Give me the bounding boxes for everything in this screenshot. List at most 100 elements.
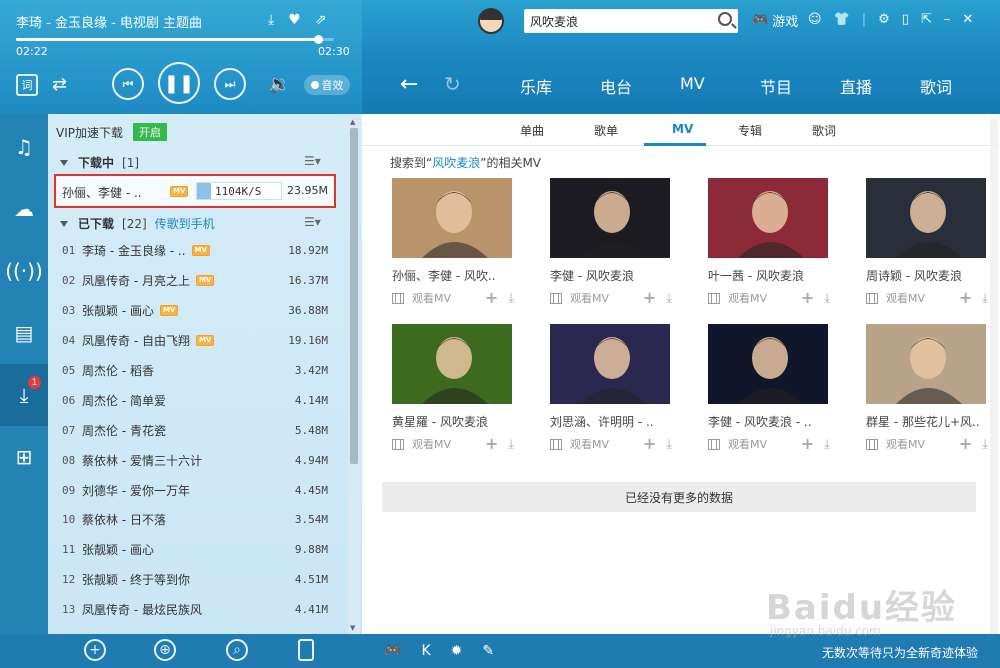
list-item[interactable]: 13 凤凰传奇 - 最炫民族风 4.41M: [48, 595, 348, 625]
active-download-row[interactable]: 孙俪、李健 - .. MV 1104K/S 23.95M: [54, 174, 336, 208]
gamepad-icon[interactable]: 🎮: [384, 643, 401, 659]
previous-button[interactable]: ⏮: [112, 68, 144, 100]
mv-card[interactable]: 李健 - 风吹麦浪 - .. 观看MV + ⤓: [708, 324, 830, 454]
share-icon[interactable]: ⇗: [315, 12, 327, 28]
download-icon[interactable]: ⤓: [666, 437, 672, 452]
mascot-icon[interactable]: ☺: [808, 12, 822, 27]
settings-icon[interactable]: ⚙: [878, 12, 890, 27]
download-icon[interactable]: ⤓: [982, 437, 988, 452]
download-icon[interactable]: ⤓: [508, 437, 514, 452]
scroll-up-icon[interactable]: ▲: [350, 118, 355, 126]
watch-mv-button[interactable]: 观看MV: [886, 436, 925, 452]
mv-title[interactable]: 李健 - 风吹麦浪 - ..: [708, 413, 830, 430]
search-input[interactable]: 风吹麦浪: [524, 9, 738, 33]
mv-thumbnail[interactable]: [392, 324, 512, 404]
download-icon[interactable]: ⤓ 1: [0, 364, 48, 426]
video-icon[interactable]: ▤: [0, 302, 48, 364]
nav-lyrics[interactable]: 歌词: [920, 74, 1000, 98]
tab-lyrics[interactable]: 歌词: [812, 122, 836, 139]
volume-icon[interactable]: 🔉: [268, 74, 290, 95]
list-item[interactable]: 07 周杰伦 - 青花瓷 5.48M: [48, 415, 348, 445]
list-item[interactable]: 05 周杰伦 - 稻香 3.42M: [48, 356, 348, 386]
mv-thumbnail[interactable]: [708, 178, 828, 258]
download-icon[interactable]: ⤓: [824, 291, 830, 306]
add-icon[interactable]: +: [485, 290, 498, 306]
download-icon[interactable]: ⤓: [982, 291, 988, 306]
tab-mv[interactable]: MV: [672, 122, 693, 136]
mv-card[interactable]: 群星 - 那些花儿+风.. 观看MV + ⤓: [866, 324, 988, 454]
mv-thumbnail[interactable]: [708, 324, 828, 404]
close-icon[interactable]: ✕: [962, 12, 973, 27]
progress-bar[interactable]: [16, 35, 334, 44]
pause-button[interactable]: ❚❚: [158, 62, 200, 104]
next-button[interactable]: ⏭: [214, 68, 246, 100]
mv-card[interactable]: 孙俪、李健 - 风吹.. 观看MV + ⤓: [392, 178, 514, 308]
add-icon[interactable]: +: [959, 436, 972, 452]
search-icon[interactable]: ⌕: [226, 639, 248, 661]
mini-mode-icon[interactable]: ⇱: [921, 12, 932, 27]
mv-card[interactable]: 周诗颖 - 风吹麦浪 观看MV + ⤓: [866, 178, 988, 308]
content-scrollbar[interactable]: [990, 118, 998, 634]
back-arrow-icon[interactable]: ←: [400, 72, 418, 97]
mv-title[interactable]: 周诗颖 - 风吹麦浪: [866, 267, 988, 284]
list-item[interactable]: 03 张靓颖 - 画心 MV 36.88M: [48, 296, 348, 326]
nav-mv[interactable]: MV: [680, 74, 760, 98]
music-note-icon[interactable]: ♫: [0, 116, 48, 178]
watch-mv-button[interactable]: 观看MV: [570, 290, 609, 306]
list-item[interactable]: 12 张靓颖 - 终于等到你 4.51M: [48, 565, 348, 595]
nav-programs[interactable]: 节目: [760, 74, 840, 98]
download-icon[interactable]: ⤓: [268, 12, 274, 28]
mv-title[interactable]: 黄星羅 - 风吹麦浪: [392, 413, 514, 430]
heart-icon[interactable]: ♥: [288, 12, 301, 28]
add-icon[interactable]: +: [84, 639, 106, 661]
vip-enable-button[interactable]: 开启: [133, 123, 167, 141]
mv-thumbnail[interactable]: [550, 324, 670, 404]
mv-title[interactable]: 孙俪、李健 - 风吹..: [392, 267, 514, 284]
tab-playlists[interactable]: 歌单: [594, 122, 618, 139]
watch-mv-button[interactable]: 观看MV: [412, 436, 451, 452]
sun-icon[interactable]: ✹: [451, 643, 463, 659]
mv-title[interactable]: 群星 - 那些花儿+风..: [866, 413, 988, 430]
sound-effect-toggle[interactable]: 音效: [304, 75, 350, 95]
phone-icon[interactable]: [298, 639, 314, 661]
watch-mv-button[interactable]: 观看MV: [570, 436, 609, 452]
send-to-phone-link[interactable]: 传歌到手机: [155, 215, 215, 232]
nav-library[interactable]: 乐库: [520, 74, 600, 98]
add-icon[interactable]: +: [485, 436, 498, 452]
watch-mv-button[interactable]: 观看MV: [886, 290, 925, 306]
tool-icon[interactable]: ✎: [482, 643, 494, 659]
progress-knob[interactable]: [314, 35, 324, 44]
mv-thumbnail[interactable]: [392, 178, 512, 258]
minimize-icon[interactable]: –: [944, 12, 951, 27]
list-item[interactable]: 08 蔡依林 - 爱情三十六计 4.94M: [48, 445, 348, 475]
k-app-icon[interactable]: K: [421, 643, 430, 659]
avatar[interactable]: [478, 8, 504, 34]
download-icon[interactable]: ⤓: [508, 291, 514, 306]
list-item[interactable]: 09 刘德华 - 爱你一万年 4.45M: [48, 475, 348, 505]
download-icon[interactable]: ⤓: [824, 437, 830, 452]
radio-icon[interactable]: ((·)): [0, 240, 48, 302]
mv-card[interactable]: 叶一茜 - 风吹麦浪 观看MV + ⤓: [708, 178, 830, 308]
game-button[interactable]: 🎮 游戏: [752, 11, 798, 30]
add-icon[interactable]: +: [801, 290, 814, 306]
nav-radio[interactable]: 电台: [600, 74, 680, 98]
list-item[interactable]: 04 凤凰传奇 - 自由飞翔 MV 19.16M: [48, 326, 348, 356]
cloud-icon[interactable]: ☁: [0, 178, 48, 240]
downloaded-section-header[interactable]: 已下载 [22] 传歌到手机: [60, 215, 215, 232]
mv-thumbnail[interactable]: [550, 178, 670, 258]
scrollbar-thumb[interactable]: [350, 128, 358, 464]
mobile-icon[interactable]: ▯: [902, 12, 909, 27]
mv-thumbnail[interactable]: [866, 324, 986, 404]
lyric-toggle-button[interactable]: 词: [16, 74, 38, 96]
tab-albums[interactable]: 专辑: [738, 122, 762, 139]
download-scrollbar[interactable]: ▲ ▼: [348, 118, 360, 634]
search-icon[interactable]: [718, 12, 732, 26]
mv-card[interactable]: 刘思涵、许明明 - .. 观看MV + ⤓: [550, 324, 672, 454]
mv-title[interactable]: 李健 - 风吹麦浪: [550, 267, 672, 284]
watch-mv-button[interactable]: 观看MV: [728, 290, 767, 306]
refresh-icon[interactable]: ↻: [444, 72, 461, 96]
list-item[interactable]: 01 李琦 - 金玉良缘 - .. MV 18.92M: [48, 236, 348, 266]
loop-icon[interactable]: ⇄: [52, 74, 67, 95]
nav-live[interactable]: 直播: [840, 74, 920, 98]
mv-title[interactable]: 刘思涵、许明明 - ..: [550, 413, 672, 430]
